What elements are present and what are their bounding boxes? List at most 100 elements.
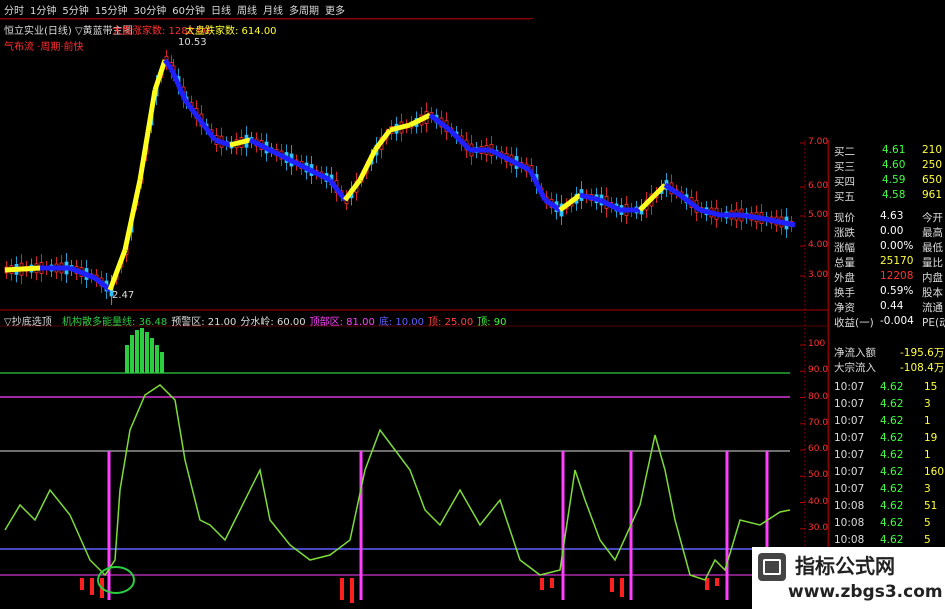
quote-cell: 最高	[922, 227, 943, 239]
quote-cell: 量比	[922, 257, 943, 269]
indicator-param: 顶部区: 81.00	[310, 313, 375, 328]
quote-cell: 3	[924, 483, 931, 495]
low-price-label: 2.47	[112, 290, 135, 301]
quote-cell: 净流入额	[834, 347, 876, 359]
indicator-param-label: 顶部区:	[309, 317, 343, 328]
quote-cell: 4.62	[880, 398, 904, 410]
red-bar	[610, 578, 614, 592]
indicator-param-value: 60.00	[276, 317, 306, 328]
watermark-title: 指标公式网	[795, 554, 895, 578]
quote-cell: 51	[924, 500, 938, 512]
red-bar	[540, 578, 544, 590]
main-candles	[4, 50, 794, 305]
quote-cell: 4.62	[880, 534, 904, 546]
quote-cell: 10:07	[834, 415, 865, 427]
quote-cell: 10:07	[834, 449, 865, 461]
quote-cell: 换手	[834, 287, 855, 299]
band-segment	[739, 212, 761, 221]
quote-cell: 总量	[834, 257, 855, 269]
main-yellow-blue-band	[4, 58, 796, 292]
quote-cell: 12208	[880, 270, 914, 282]
red-bar	[90, 578, 94, 595]
quote-cell: 0.44	[880, 300, 904, 312]
tick-row: 10:07 4.62 15	[832, 381, 945, 396]
quote-cell: 4.58	[882, 189, 906, 201]
indicator-param-value: 81.00	[346, 317, 375, 328]
band-segment	[107, 249, 128, 291]
indicator-param-label: 机构散多能量线:	[62, 317, 136, 328]
quote-cell: -108.4万	[900, 362, 945, 374]
quote-cell: 10:07	[834, 483, 865, 495]
quote-cell: 10:07	[834, 398, 865, 410]
order-book-row: 买五 4.58 961	[832, 189, 945, 204]
quote-cell: 10:07	[834, 432, 865, 444]
quote-cell: 0.00%	[880, 240, 914, 252]
quote-cell: 4.62	[880, 483, 904, 495]
indicator-param-value: 36.48	[138, 317, 168, 328]
quote-cell: 961	[922, 189, 943, 201]
quote-cell: 4.62	[880, 466, 904, 478]
quote-cell: 10:08	[834, 517, 865, 529]
quote-cell: 5	[924, 534, 931, 546]
quote-cell: 10:07	[834, 466, 865, 478]
quote-cell: 4.62	[880, 415, 904, 427]
indicator-param: 顶: 90	[477, 313, 506, 328]
quote-cell: 大宗流入	[834, 362, 876, 374]
stat-row: 现价 4.63 今开	[832, 210, 945, 225]
quote-cell: PE(动)	[922, 317, 945, 329]
tick-row: 10:07 4.62 3	[832, 398, 945, 413]
indicator-param-value: 21.00	[207, 317, 237, 328]
energy-curve	[4, 384, 791, 581]
tick-row: 10:07 4.62 1	[832, 415, 945, 430]
quote-cell: 买二	[834, 146, 855, 158]
indicator-param-label: 顶:	[477, 317, 491, 328]
quote-cell: 10:07	[834, 381, 865, 393]
quote-cell: -0.004	[880, 315, 914, 327]
main-ytick: 6.00	[808, 181, 829, 191]
quote-cell: 15	[924, 381, 938, 393]
flow-row: 大宗流入 -108.4万	[832, 360, 945, 375]
band-segment	[653, 183, 667, 197]
stat-row: 净资 0.44 流通	[832, 300, 945, 315]
indicator-param-label: 预警区:	[171, 317, 205, 328]
indicator-name: ▽抄底选顶	[4, 317, 52, 328]
red-bar	[350, 578, 354, 603]
quote-cell: 210	[922, 144, 943, 156]
red-bar	[715, 578, 719, 586]
quote-cell: 4.62	[880, 432, 904, 444]
quote-panel: 买二 4.61 210 买三 4.60 250 买四 4.59 650 买五 4.58 961 现价 4.…	[828, 140, 945, 609]
quote-cell: 0.00	[880, 225, 904, 237]
indicator-ytick: 100	[808, 339, 826, 349]
indicator-param-value: 10.00	[395, 317, 425, 328]
stat-row: 收益(一) -0.004 PE(动)	[832, 315, 945, 330]
quote-cell: 买三	[834, 161, 855, 173]
band-segment	[137, 89, 158, 181]
flow-row: 净流入额 -195.6万	[832, 345, 945, 360]
green-volume-bar	[155, 345, 159, 373]
quote-cell: 10:08	[834, 534, 865, 546]
green-volume-bar	[135, 330, 139, 373]
quote-cell: 涨幅	[834, 242, 855, 254]
quote-cell: 买五	[834, 191, 855, 203]
red-bar	[340, 578, 344, 600]
band-segment	[779, 219, 796, 228]
band-segment	[389, 122, 411, 133]
green-volume-bar	[150, 338, 154, 373]
quote-cell: 250	[922, 159, 943, 171]
quote-cell: 涨跌	[834, 227, 855, 239]
quote-cell: 最低	[922, 242, 943, 254]
quote-cell: 0.59%	[880, 285, 914, 297]
stat-row: 涨跌 0.00 最高	[832, 225, 945, 240]
quote-cell: 10:08	[834, 500, 865, 512]
band-segment	[4, 265, 41, 273]
main-ytick: 4.00	[808, 240, 829, 250]
quote-cell: -195.6万	[900, 347, 945, 359]
main-ytick: 3.00	[808, 270, 829, 280]
quote-cell: 4.59	[882, 174, 906, 186]
high-price-label: 10.53	[178, 37, 207, 48]
quote-cell: 4.62	[880, 500, 904, 512]
main-ytick: 5.00	[808, 210, 829, 220]
quote-cell: 买四	[834, 176, 855, 188]
order-book-row: 买二 4.61 210	[832, 144, 945, 159]
quote-cell: 4.63	[880, 210, 904, 222]
